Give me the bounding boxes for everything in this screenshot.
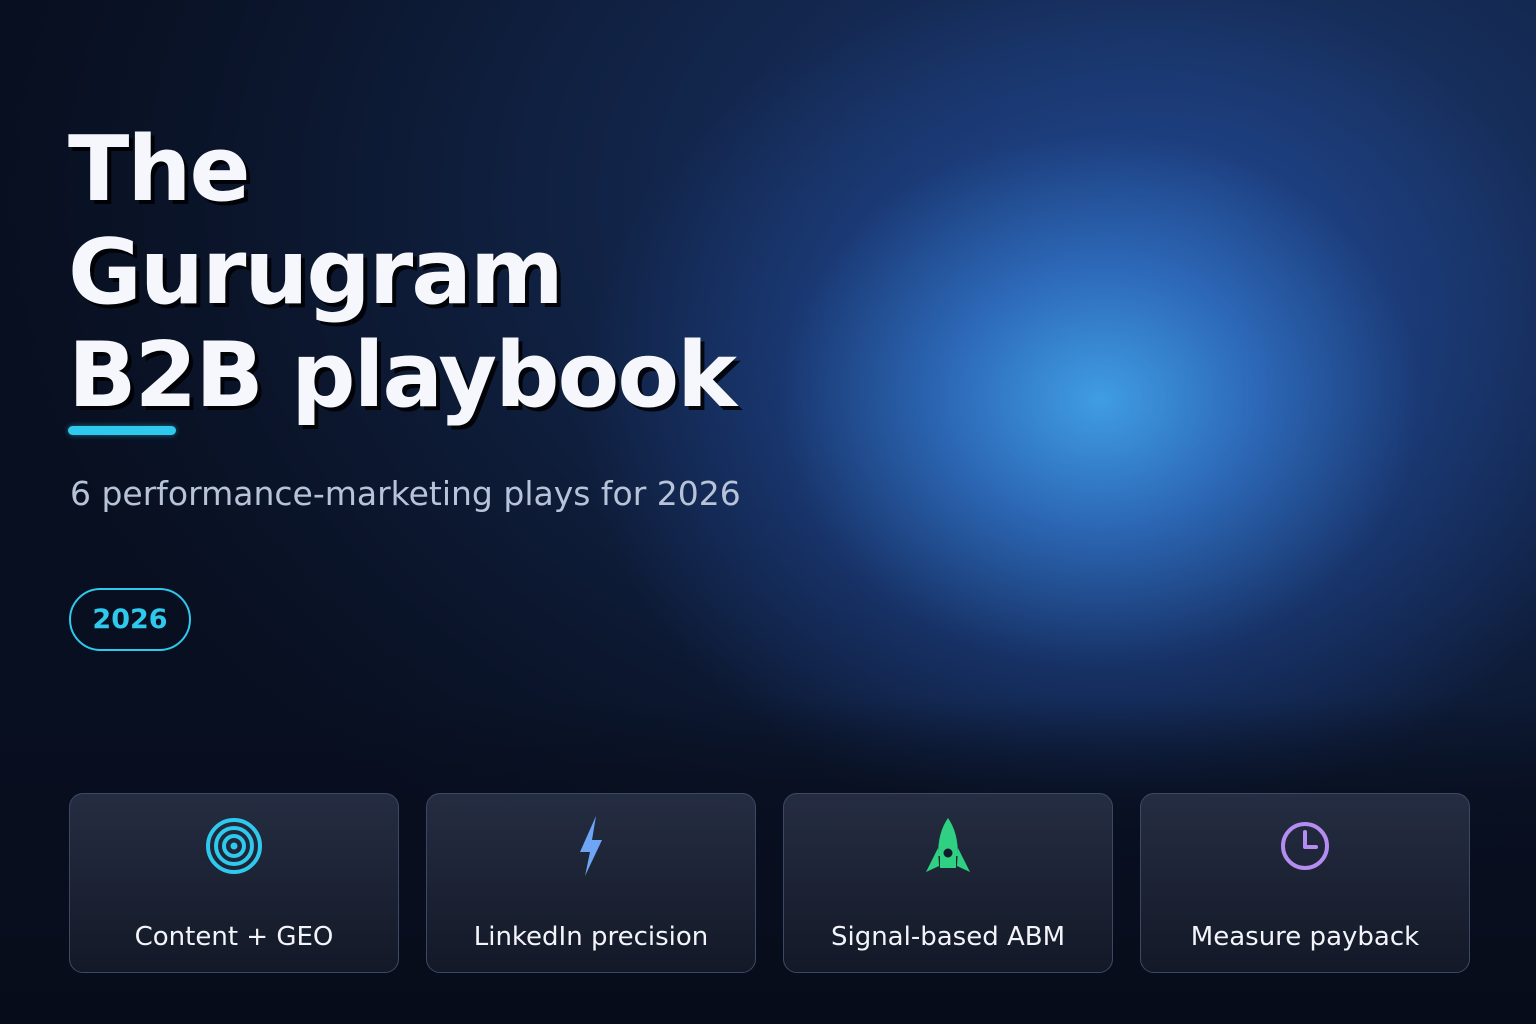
card-signal-based-abm: Signal-based ABM [783,793,1113,973]
title-highlight-text: B2B [68,323,264,428]
page-title: The Gurugram B2B playbook [68,117,737,435]
rocket-icon [916,814,980,878]
subtitle: 6 performance-marketing plays for 2026 [70,474,741,513]
card-label: Measure payback [1190,922,1420,952]
target-icon [202,814,266,878]
year-badge: 2026 [69,588,191,651]
lightning-icon [559,814,623,878]
card-linkedin-precision: LinkedIn precision [426,793,756,973]
title-highlight: B2B [68,323,264,435]
title-line-2: Gurugram [68,220,564,325]
clock-icon [1273,814,1337,878]
card-label: Content + GEO [134,922,334,952]
title-line-3: B2B playbook [68,323,737,435]
card-label: LinkedIn precision [473,922,709,952]
plays-card-row: Content + GEO LinkedIn precision Signal-… [69,793,1470,973]
title-accent-underline [68,426,176,435]
title-line-3-rest: playbook [261,323,737,428]
card-content-geo: Content + GEO [69,793,399,973]
card-measure-payback: Measure payback [1140,793,1470,973]
title-line-1: The [68,117,251,222]
card-label: Signal-based ABM [830,922,1066,952]
